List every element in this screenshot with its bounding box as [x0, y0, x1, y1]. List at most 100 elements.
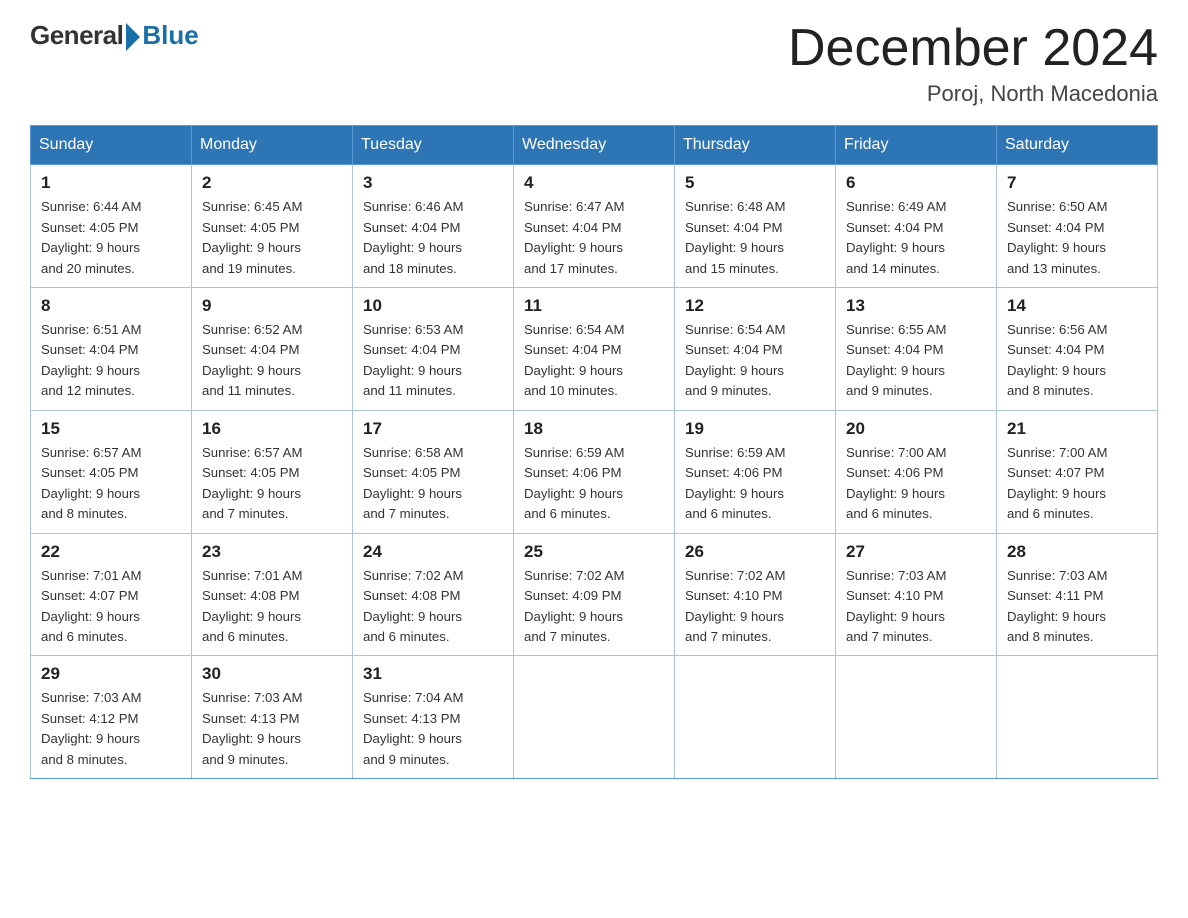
- calendar-cell: [514, 656, 675, 779]
- day-number: 19: [685, 419, 825, 439]
- day-info: Sunrise: 6:46 AMSunset: 4:04 PMDaylight:…: [363, 197, 503, 279]
- day-info: Sunrise: 6:56 AMSunset: 4:04 PMDaylight:…: [1007, 320, 1147, 402]
- day-info: Sunrise: 7:01 AMSunset: 4:07 PMDaylight:…: [41, 566, 181, 648]
- weekday-header-row: SundayMondayTuesdayWednesdayThursdayFrid…: [31, 126, 1158, 165]
- title-section: December 2024 Poroj, North Macedonia: [788, 20, 1158, 107]
- day-info: Sunrise: 7:00 AMSunset: 4:07 PMDaylight:…: [1007, 443, 1147, 525]
- calendar-cell: 25 Sunrise: 7:02 AMSunset: 4:09 PMDayligh…: [514, 533, 675, 656]
- day-info: Sunrise: 6:54 AMSunset: 4:04 PMDaylight:…: [685, 320, 825, 402]
- day-number: 9: [202, 296, 342, 316]
- day-info: Sunrise: 7:02 AMSunset: 4:09 PMDaylight:…: [524, 566, 664, 648]
- day-number: 3: [363, 173, 503, 193]
- day-number: 30: [202, 664, 342, 684]
- day-info: Sunrise: 6:55 AMSunset: 4:04 PMDaylight:…: [846, 320, 986, 402]
- weekday-header-saturday: Saturday: [997, 126, 1158, 165]
- day-info: Sunrise: 6:49 AMSunset: 4:04 PMDaylight:…: [846, 197, 986, 279]
- calendar-cell: 19 Sunrise: 6:59 AMSunset: 4:06 PMDayligh…: [675, 410, 836, 533]
- day-number: 25: [524, 542, 664, 562]
- day-info: Sunrise: 7:03 AMSunset: 4:11 PMDaylight:…: [1007, 566, 1147, 648]
- calendar-week-row: 8 Sunrise: 6:51 AMSunset: 4:04 PMDaylight…: [31, 288, 1158, 411]
- calendar-cell: 20 Sunrise: 7:00 AMSunset: 4:06 PMDayligh…: [836, 410, 997, 533]
- calendar-cell: 22Sunrise: 7:01 AMSunset: 4:07 PMDayligh…: [31, 533, 192, 656]
- day-number: 13: [846, 296, 986, 316]
- weekday-header-wednesday: Wednesday: [514, 126, 675, 165]
- calendar-cell: 3 Sunrise: 6:46 AMSunset: 4:04 PMDaylight…: [353, 165, 514, 288]
- calendar-cell: 18 Sunrise: 6:59 AMSunset: 4:06 PMDayligh…: [514, 410, 675, 533]
- day-number: 8: [41, 296, 181, 316]
- calendar-cell: 13 Sunrise: 6:55 AMSunset: 4:04 PMDayligh…: [836, 288, 997, 411]
- calendar-cell: 23 Sunrise: 7:01 AMSunset: 4:08 PMDayligh…: [192, 533, 353, 656]
- day-number: 17: [363, 419, 503, 439]
- calendar-cell: 10 Sunrise: 6:53 AMSunset: 4:04 PMDayligh…: [353, 288, 514, 411]
- day-number: 24: [363, 542, 503, 562]
- calendar-cell: [836, 656, 997, 779]
- day-info: Sunrise: 7:02 AMSunset: 4:10 PMDaylight:…: [685, 566, 825, 648]
- calendar-cell: 2 Sunrise: 6:45 AMSunset: 4:05 PMDaylight…: [192, 165, 353, 288]
- day-number: 18: [524, 419, 664, 439]
- day-info: Sunrise: 6:50 AMSunset: 4:04 PMDaylight:…: [1007, 197, 1147, 279]
- calendar-week-row: 29Sunrise: 7:03 AMSunset: 4:12 PMDayligh…: [31, 656, 1158, 779]
- day-info: Sunrise: 6:47 AMSunset: 4:04 PMDaylight:…: [524, 197, 664, 279]
- calendar-cell: 31 Sunrise: 7:04 AMSunset: 4:13 PMDayligh…: [353, 656, 514, 779]
- day-info: Sunrise: 6:45 AMSunset: 4:05 PMDaylight:…: [202, 197, 342, 279]
- calendar-cell: 11 Sunrise: 6:54 AMSunset: 4:04 PMDayligh…: [514, 288, 675, 411]
- calendar-cell: 17 Sunrise: 6:58 AMSunset: 4:05 PMDayligh…: [353, 410, 514, 533]
- day-info: Sunrise: 6:48 AMSunset: 4:04 PMDaylight:…: [685, 197, 825, 279]
- day-number: 11: [524, 296, 664, 316]
- calendar-cell: 8 Sunrise: 6:51 AMSunset: 4:04 PMDaylight…: [31, 288, 192, 411]
- logo-arrow-icon: [126, 23, 140, 51]
- day-info: Sunrise: 6:59 AMSunset: 4:06 PMDaylight:…: [524, 443, 664, 525]
- day-info: Sunrise: 6:53 AMSunset: 4:04 PMDaylight:…: [363, 320, 503, 402]
- logo-blue-text: Blue: [142, 20, 198, 51]
- day-info: Sunrise: 7:02 AMSunset: 4:08 PMDaylight:…: [363, 566, 503, 648]
- day-number: 23: [202, 542, 342, 562]
- day-info: Sunrise: 6:59 AMSunset: 4:06 PMDaylight:…: [685, 443, 825, 525]
- day-info: Sunrise: 7:00 AMSunset: 4:06 PMDaylight:…: [846, 443, 986, 525]
- location-text: Poroj, North Macedonia: [788, 81, 1158, 107]
- day-info: Sunrise: 7:03 AMSunset: 4:10 PMDaylight:…: [846, 566, 986, 648]
- calendar-cell: [675, 656, 836, 779]
- weekday-header-tuesday: Tuesday: [353, 126, 514, 165]
- day-number: 27: [846, 542, 986, 562]
- calendar-cell: 21 Sunrise: 7:00 AMSunset: 4:07 PMDayligh…: [997, 410, 1158, 533]
- day-info: Sunrise: 6:51 AMSunset: 4:04 PMDaylight:…: [41, 320, 181, 402]
- day-number: 20: [846, 419, 986, 439]
- day-number: 5: [685, 173, 825, 193]
- calendar-cell: 14 Sunrise: 6:56 AMSunset: 4:04 PMDayligh…: [997, 288, 1158, 411]
- calendar-cell: 1Sunrise: 6:44 AMSunset: 4:05 PMDaylight…: [31, 165, 192, 288]
- logo: General Blue: [30, 20, 199, 51]
- day-number: 14: [1007, 296, 1147, 316]
- day-info: Sunrise: 6:58 AMSunset: 4:05 PMDaylight:…: [363, 443, 503, 525]
- calendar-cell: 9 Sunrise: 6:52 AMSunset: 4:04 PMDaylight…: [192, 288, 353, 411]
- calendar-cell: 7Sunrise: 6:50 AMSunset: 4:04 PMDaylight…: [997, 165, 1158, 288]
- day-number: 28: [1007, 542, 1147, 562]
- day-info: Sunrise: 6:57 AMSunset: 4:05 PMDaylight:…: [41, 443, 181, 525]
- weekday-header-monday: Monday: [192, 126, 353, 165]
- calendar-week-row: 1Sunrise: 6:44 AMSunset: 4:05 PMDaylight…: [31, 165, 1158, 288]
- calendar-cell: 6Sunrise: 6:49 AMSunset: 4:04 PMDaylight…: [836, 165, 997, 288]
- logo-general-text: General: [30, 20, 123, 51]
- calendar-cell: 24 Sunrise: 7:02 AMSunset: 4:08 PMDayligh…: [353, 533, 514, 656]
- day-number: 2: [202, 173, 342, 193]
- day-info: Sunrise: 6:54 AMSunset: 4:04 PMDaylight:…: [524, 320, 664, 402]
- day-number: 15: [41, 419, 181, 439]
- calendar-cell: 26 Sunrise: 7:02 AMSunset: 4:10 PMDayligh…: [675, 533, 836, 656]
- calendar-cell: 5 Sunrise: 6:48 AMSunset: 4:04 PMDaylight…: [675, 165, 836, 288]
- calendar-table: SundayMondayTuesdayWednesdayThursdayFrid…: [30, 125, 1158, 779]
- day-number: 26: [685, 542, 825, 562]
- day-info: Sunrise: 7:01 AMSunset: 4:08 PMDaylight:…: [202, 566, 342, 648]
- day-number: 31: [363, 664, 503, 684]
- day-number: 16: [202, 419, 342, 439]
- day-number: 1: [41, 173, 181, 193]
- day-info: Sunrise: 7:03 AMSunset: 4:12 PMDaylight:…: [41, 688, 181, 770]
- day-number: 21: [1007, 419, 1147, 439]
- day-info: Sunrise: 6:52 AMSunset: 4:04 PMDaylight:…: [202, 320, 342, 402]
- day-info: Sunrise: 6:57 AMSunset: 4:05 PMDaylight:…: [202, 443, 342, 525]
- day-number: 10: [363, 296, 503, 316]
- weekday-header-friday: Friday: [836, 126, 997, 165]
- calendar-cell: 4Sunrise: 6:47 AMSunset: 4:04 PMDaylight…: [514, 165, 675, 288]
- month-title: December 2024: [788, 20, 1158, 77]
- page-header: General Blue December 2024 Poroj, North …: [30, 20, 1158, 107]
- day-info: Sunrise: 7:04 AMSunset: 4:13 PMDaylight:…: [363, 688, 503, 770]
- calendar-cell: [997, 656, 1158, 779]
